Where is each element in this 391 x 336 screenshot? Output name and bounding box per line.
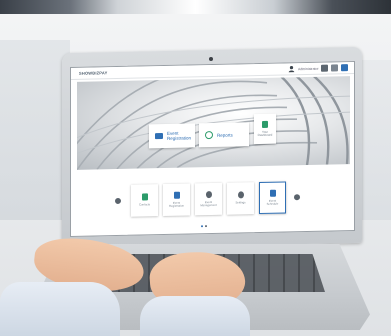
event-registration-tile[interactable]: Event Registration [149, 123, 195, 149]
laptop-screen: SHOWBIZPAY Administrator Event Registrat… [70, 61, 355, 237]
page-dot[interactable] [201, 225, 203, 228]
webcam-icon [209, 57, 213, 61]
user-icon [262, 120, 268, 128]
dock-label: Event Management [200, 199, 217, 208]
dock-item-event-management[interactable]: Event Management [195, 182, 222, 216]
apps-grid-icon[interactable] [321, 64, 328, 72]
dock-label: Event Registration [169, 200, 184, 208]
chevron-left-icon[interactable] [115, 197, 121, 205]
dock-label: Event Schedule [266, 198, 279, 206]
gear-icon [237, 191, 244, 199]
document-icon [173, 191, 180, 199]
page-indicator [201, 225, 209, 228]
your-dashboard-tile[interactable]: Your Dashboard [254, 113, 276, 145]
tile-label: Your Dashboard [257, 129, 273, 138]
background-window [0, 40, 70, 220]
reports-tile[interactable]: Reports [199, 122, 249, 148]
dock-label: Settings [235, 200, 246, 205]
dock-item-event-registration[interactable]: Event Registration [163, 183, 190, 217]
dollar-icon [205, 190, 212, 198]
left-sleeve [0, 282, 120, 336]
app-dock: Contacts Event Registration Event Manage… [111, 181, 316, 219]
tile-label: Event Registration [167, 130, 192, 141]
hero-banner: Event Registration Reports Your Dashboar… [77, 76, 350, 170]
briefcase-icon [155, 133, 163, 140]
dock-item-event-schedule[interactable]: Event Schedule [259, 181, 286, 215]
user-icon[interactable] [288, 65, 295, 73]
person-icon [141, 193, 148, 201]
right-sleeve [140, 296, 250, 336]
dock-item-settings[interactable]: Settings [227, 182, 254, 215]
target-icon [205, 130, 213, 140]
dock-item-contacts[interactable]: Contacts [131, 184, 158, 217]
dock-label: Contacts [138, 202, 151, 207]
menu-icon[interactable] [341, 64, 348, 72]
app-logo[interactable]: SHOWBIZPAY [79, 70, 107, 76]
page-dot[interactable] [205, 225, 207, 228]
notifications-icon[interactable] [331, 64, 338, 72]
user-name[interactable]: Administrator [298, 66, 319, 70]
calendar-icon [269, 189, 276, 197]
chevron-right-icon[interactable] [294, 194, 300, 201]
tile-label: Reports [217, 132, 233, 138]
background-top-band [0, 0, 391, 14]
